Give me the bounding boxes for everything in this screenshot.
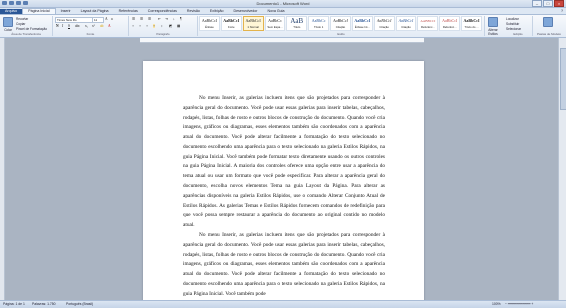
tab-developer[interactable]: Desenvolvedor bbox=[229, 9, 263, 14]
horizontal-ruler[interactable] bbox=[140, 38, 424, 43]
bold-button[interactable]: N bbox=[56, 24, 59, 28]
copy-button[interactable]: Copiar bbox=[16, 22, 25, 26]
borders-icon[interactable]: ▦ bbox=[177, 24, 180, 28]
document-body[interactable]: No menu Inserir, as galerias incluem ite… bbox=[183, 94, 385, 299]
font-name-select[interactable]: Times New Ro bbox=[55, 17, 93, 23]
bullets-icon[interactable]: ☰ bbox=[132, 17, 135, 21]
templates-group: Pastas de Modelo bbox=[533, 16, 565, 36]
tab-view[interactable]: Exibição bbox=[205, 9, 229, 14]
underline-button[interactable]: S bbox=[68, 24, 70, 28]
tab-insert[interactable]: Inserir bbox=[56, 9, 76, 14]
close-button[interactable]: × bbox=[554, 0, 564, 7]
vertical-scrollbar[interactable] bbox=[558, 38, 566, 300]
format-painter-button[interactable]: Pincel de Formatação bbox=[16, 27, 47, 31]
window-controls: – □ × bbox=[532, 0, 564, 7]
font-color-icon[interactable]: A bbox=[108, 24, 111, 28]
sort-icon[interactable]: ↓ bbox=[173, 17, 175, 21]
align-right-icon[interactable]: ≡ bbox=[146, 24, 148, 28]
ribbon-tabs: Arquivo Página Inicial Inserir Layout da… bbox=[0, 8, 566, 15]
tab-page-layout[interactable]: Layout da Página bbox=[76, 9, 114, 14]
document-page[interactable]: No menu Inserir, as galerias incluem ite… bbox=[143, 61, 424, 307]
multilevel-list-icon[interactable]: ☰ bbox=[148, 17, 151, 21]
title-bar: Documento1 - Microsoft Word – □ × bbox=[0, 0, 566, 8]
clipboard-group: Colar Recortar Copiar Pincel de Formataç… bbox=[0, 16, 53, 36]
line-spacing-icon[interactable]: ↕ bbox=[161, 24, 163, 28]
style-item[interactable]: AaBbCcI Citação bbox=[373, 16, 395, 31]
show-marks-icon[interactable]: ¶ bbox=[180, 17, 182, 21]
templates-button[interactable] bbox=[541, 17, 555, 28]
paste-button[interactable]: Colar bbox=[2, 17, 14, 32]
subscript-icon[interactable]: x₂ bbox=[85, 24, 88, 28]
style-item[interactable]: AaBbCcI Ênfase bbox=[199, 16, 220, 31]
styles-gallery: AaBbCcI Ênfase AaBbCcI Forte AaBbCcI 1 Norm… bbox=[199, 16, 482, 31]
style-item[interactable]: AaBbCcI Ênfase Int... bbox=[351, 16, 373, 31]
font-group: Times New Ro 11 A a N I S abc x₂ x² ab A… bbox=[53, 16, 129, 36]
change-styles-icon bbox=[488, 17, 498, 27]
justify-icon[interactable]: ≡ bbox=[153, 24, 156, 28]
increase-indent-icon[interactable]: ⇥ bbox=[165, 17, 168, 21]
tab-file[interactable]: Arquivo bbox=[0, 9, 23, 14]
tab-home[interactable]: Página Inicial bbox=[22, 8, 56, 14]
style-item[interactable]: AaB Título bbox=[286, 16, 308, 31]
vertical-ruler[interactable] bbox=[0, 38, 5, 300]
style-item[interactable]: AaBbCc Título 1 bbox=[308, 16, 330, 31]
paste-icon bbox=[3, 17, 13, 27]
tab-references[interactable]: Referências bbox=[114, 9, 143, 14]
tab-mailings[interactable]: Correspondências bbox=[143, 9, 182, 14]
style-item[interactable]: AaBbCc Sem Espa... bbox=[264, 16, 286, 31]
window-title: Documento1 - Microsoft Word bbox=[256, 1, 310, 6]
maximize-button[interactable]: □ bbox=[543, 0, 553, 7]
decrease-indent-icon[interactable]: ⇤ bbox=[158, 17, 161, 21]
tab-new[interactable]: Nova Guia bbox=[262, 9, 289, 14]
style-item[interactable]: AaBbCcI Citação bbox=[395, 16, 417, 31]
style-item[interactable]: AaBbCcI Citação bbox=[330, 16, 351, 31]
shading-icon[interactable]: ◩ bbox=[169, 24, 172, 28]
numbering-icon[interactable]: ☰ bbox=[140, 17, 143, 21]
strikethrough-icon[interactable]: abc bbox=[75, 24, 80, 28]
italic-button[interactable]: I bbox=[62, 24, 63, 28]
find-button[interactable]: Localizar bbox=[506, 17, 519, 21]
help-icon[interactable]: ? bbox=[556, 9, 566, 14]
minimize-button[interactable]: – bbox=[532, 0, 542, 7]
align-left-icon[interactable]: ≡ bbox=[132, 24, 134, 28]
replace-button[interactable]: Substituir bbox=[506, 22, 519, 26]
scrollbar-thumb[interactable] bbox=[560, 48, 566, 110]
paragraph[interactable]: No menu Inserir, as galerias incluem ite… bbox=[183, 231, 385, 299]
style-item[interactable]: AaBbCcI Título do ... bbox=[461, 16, 482, 31]
ribbon: Colar Recortar Copiar Pincel de Formataç… bbox=[0, 15, 566, 38]
cut-button[interactable]: Recortar bbox=[16, 17, 28, 21]
tab-review[interactable]: Revisão bbox=[182, 9, 205, 14]
align-center-icon[interactable]: ≡ bbox=[139, 24, 141, 28]
style-item[interactable]: AaBbCcI Forte bbox=[220, 16, 242, 31]
style-item[interactable]: AABBCCI Referênc... bbox=[417, 16, 439, 31]
style-item-selected[interactable]: AaBbCcI 1 Normal bbox=[242, 16, 264, 31]
superscript-icon[interactable]: x² bbox=[92, 24, 95, 28]
paragraph[interactable]: No menu Inserir, as galerias incluem ite… bbox=[183, 94, 385, 231]
paragraph-group: ☰ ☰ ☰ ⇤ ⇥ ↓ ¶ ≡ ≡ ≡ ≡ ↕ ◩ ▦ Parágrafo bbox=[129, 16, 198, 36]
change-styles-button[interactable]: Alterar Estilos bbox=[486, 17, 500, 36]
grow-font-icon[interactable]: A bbox=[105, 17, 108, 21]
shrink-font-icon[interactable]: a bbox=[111, 17, 113, 21]
editing-group: Localizar Substituir Selecionar Edição bbox=[504, 16, 533, 36]
folder-icon bbox=[543, 17, 553, 27]
highlight-icon[interactable]: ab bbox=[100, 24, 103, 28]
select-button[interactable]: Selecionar bbox=[506, 27, 521, 31]
font-size-select[interactable]: 11 bbox=[92, 17, 104, 23]
style-item[interactable]: AaBbCcI Referênc... bbox=[439, 16, 461, 31]
